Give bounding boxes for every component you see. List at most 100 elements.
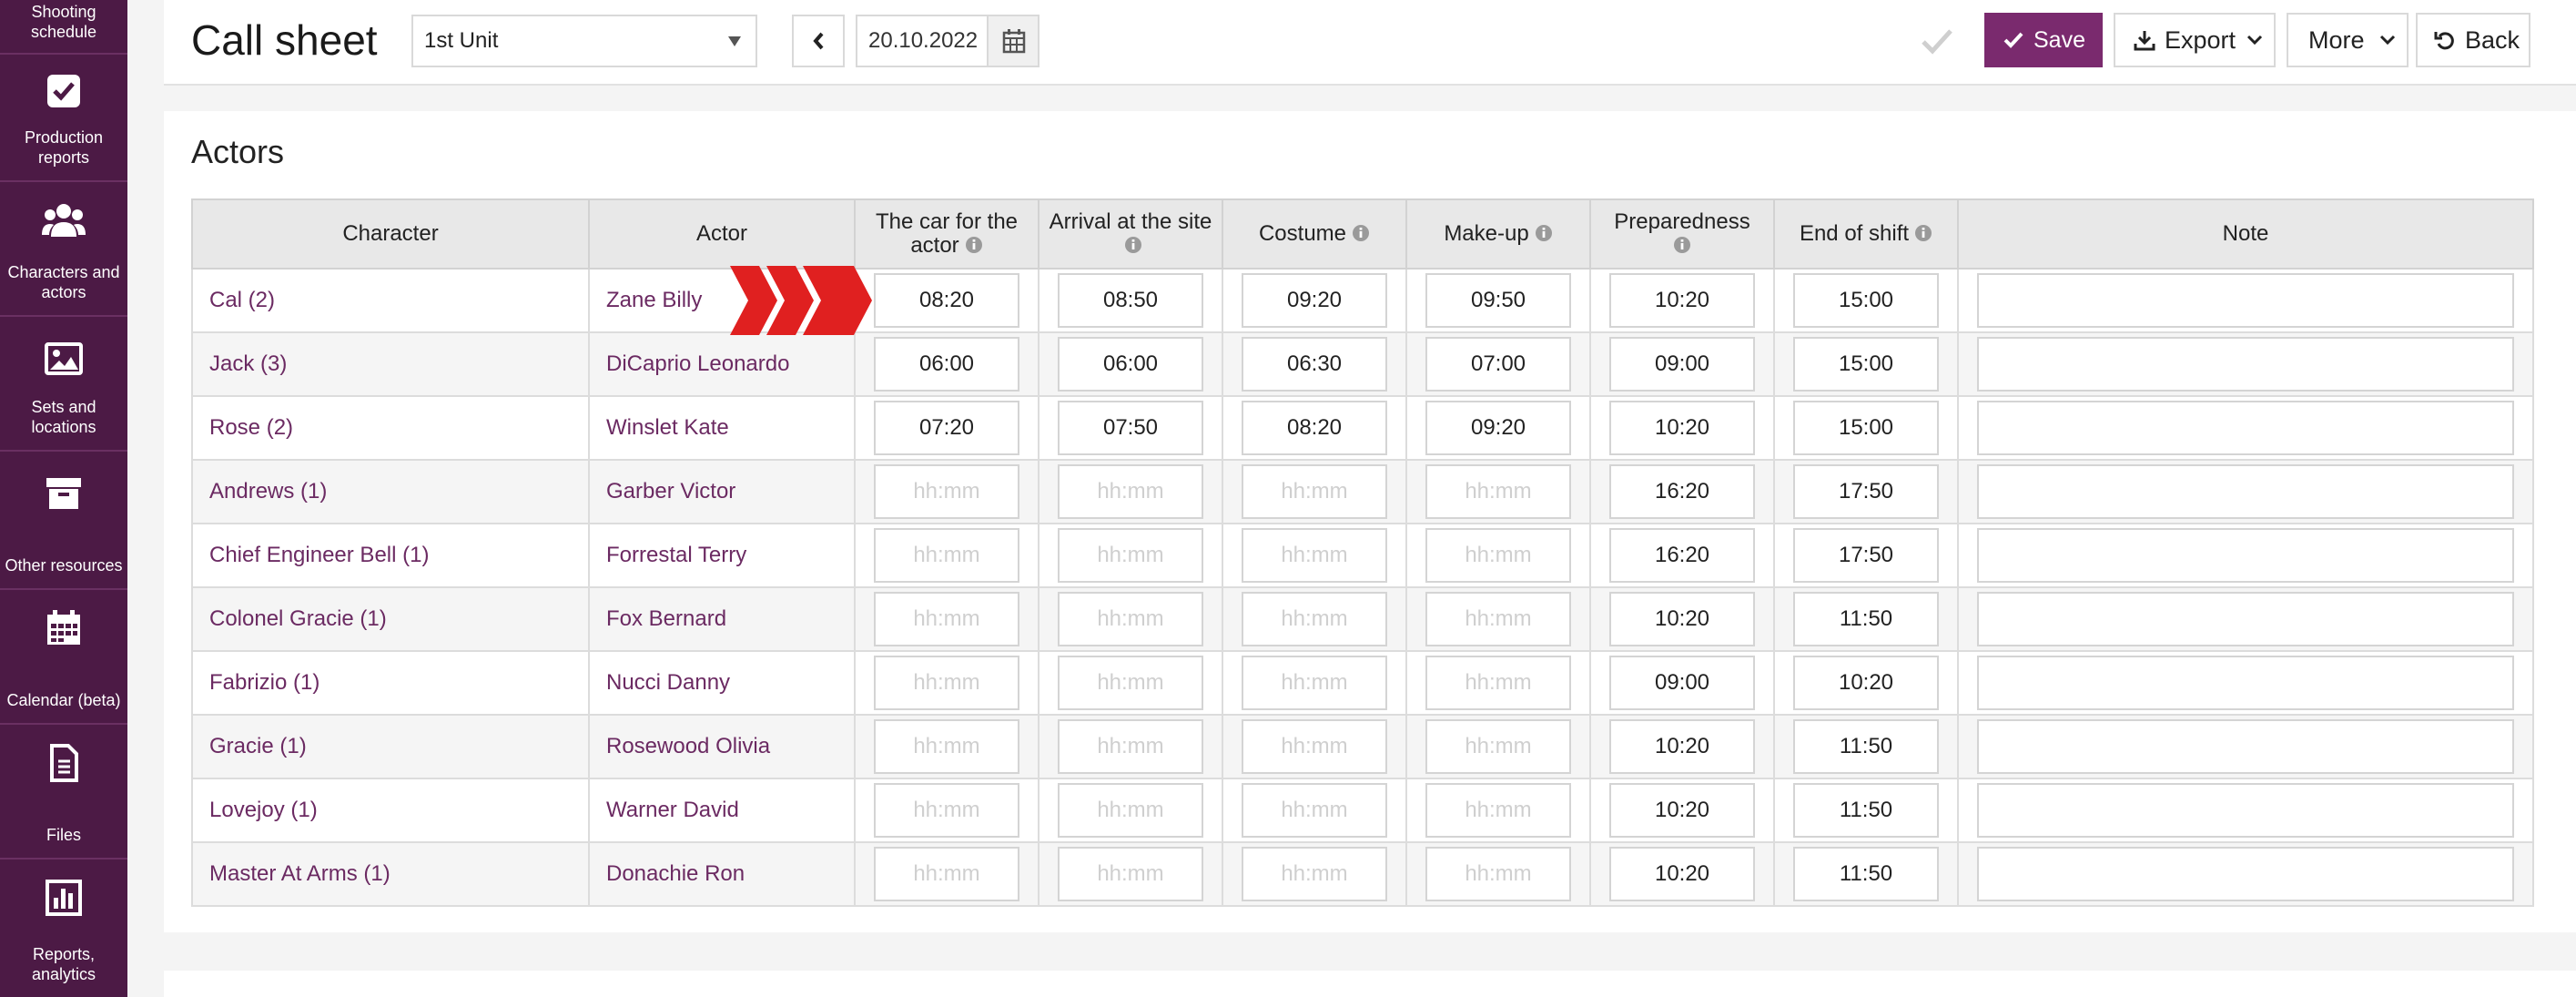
sidebar-item-reports-analytics[interactable]: Reports, analytics xyxy=(0,860,127,997)
end-time-input[interactable]: 11:50 xyxy=(1793,783,1939,838)
note-input[interactable] xyxy=(1977,847,2514,901)
character-link[interactable]: Chief Engineer Bell (1) xyxy=(191,523,590,588)
more-button[interactable]: More xyxy=(2287,13,2409,67)
end-time-input[interactable]: 11:50 xyxy=(1793,592,1939,646)
info-icon[interactable] xyxy=(965,236,983,254)
car-time-input[interactable]: 06:00 xyxy=(874,337,1019,392)
actor-link[interactable]: Fox Bernard xyxy=(588,586,856,652)
date-input[interactable]: 20.10.2022 xyxy=(856,15,998,67)
car-time-input[interactable]: hh:mm xyxy=(874,783,1019,838)
date-picker-button[interactable] xyxy=(987,15,1040,67)
makeup-time-input[interactable]: hh:mm xyxy=(1425,464,1571,519)
costume-time-input[interactable]: hh:mm xyxy=(1242,464,1387,519)
column-header-preparedness[interactable]: Preparedness xyxy=(1589,198,1775,270)
costume-time-input[interactable]: hh:mm xyxy=(1242,656,1387,710)
prep-time-input[interactable]: 10:20 xyxy=(1609,719,1755,774)
character-link[interactable]: Cal (2) xyxy=(191,268,590,333)
sidebar-item-shooting-schedule[interactable]: Shooting schedule xyxy=(0,0,127,55)
end-time-input[interactable]: 11:50 xyxy=(1793,719,1939,774)
car-time-input[interactable]: hh:mm xyxy=(874,719,1019,774)
column-header-arrival[interactable]: Arrival at the site xyxy=(1038,198,1223,270)
unit-select[interactable]: 1st Unit xyxy=(411,15,757,67)
arrival-time-input[interactable]: 07:50 xyxy=(1058,401,1203,455)
prep-time-input[interactable]: 16:20 xyxy=(1609,464,1755,519)
costume-time-input[interactable]: hh:mm xyxy=(1242,592,1387,646)
actor-link[interactable]: Garber Victor xyxy=(588,459,856,524)
back-button[interactable]: Back xyxy=(2416,13,2530,67)
arrival-time-input[interactable]: hh:mm xyxy=(1058,528,1203,583)
character-link[interactable]: Andrews (1) xyxy=(191,459,590,524)
prep-time-input[interactable]: 10:20 xyxy=(1609,401,1755,455)
info-icon[interactable] xyxy=(1124,236,1142,254)
save-button[interactable]: Save xyxy=(1984,13,2103,67)
sidebar-item-other-resources[interactable]: Other resources xyxy=(0,452,127,590)
character-link[interactable]: Fabrizio (1) xyxy=(191,650,590,716)
car-time-input[interactable]: 07:20 xyxy=(874,401,1019,455)
previous-date-button[interactable] xyxy=(792,15,845,67)
sidebar-item-characters-and-actors[interactable]: Characters and actors xyxy=(0,182,127,317)
car-time-input[interactable]: hh:mm xyxy=(874,656,1019,710)
end-time-input[interactable]: 10:20 xyxy=(1793,656,1939,710)
arrival-time-input[interactable]: hh:mm xyxy=(1058,719,1203,774)
arrival-time-input[interactable]: hh:mm xyxy=(1058,592,1203,646)
prep-time-input[interactable]: 10:20 xyxy=(1609,847,1755,901)
note-input[interactable] xyxy=(1977,337,2514,392)
car-time-input[interactable]: hh:mm xyxy=(874,592,1019,646)
arrival-time-input[interactable]: hh:mm xyxy=(1058,464,1203,519)
arrival-time-input[interactable]: hh:mm xyxy=(1058,656,1203,710)
character-link[interactable]: Rose (2) xyxy=(191,395,590,461)
sidebar-item-calendar[interactable]: Calendar (beta) xyxy=(0,590,127,725)
note-input[interactable] xyxy=(1977,401,2514,455)
car-time-input[interactable]: hh:mm xyxy=(874,528,1019,583)
column-header-makeup[interactable]: Make-up xyxy=(1405,198,1591,270)
info-icon[interactable] xyxy=(1535,224,1553,242)
arrival-time-input[interactable]: 06:00 xyxy=(1058,337,1203,392)
arrival-time-input[interactable]: 08:50 xyxy=(1058,273,1203,328)
actor-link[interactable]: Warner David xyxy=(588,778,856,843)
note-input[interactable] xyxy=(1977,464,2514,519)
column-header-car[interactable]: The car for the actor xyxy=(854,198,1040,270)
column-header-actor[interactable]: Actor xyxy=(588,198,856,270)
note-input[interactable] xyxy=(1977,273,2514,328)
makeup-time-input[interactable]: hh:mm xyxy=(1425,783,1571,838)
prep-time-input[interactable]: 09:00 xyxy=(1609,337,1755,392)
car-time-input[interactable]: hh:mm xyxy=(874,847,1019,901)
costume-time-input[interactable]: 06:30 xyxy=(1242,337,1387,392)
costume-time-input[interactable]: hh:mm xyxy=(1242,783,1387,838)
makeup-time-input[interactable]: 07:00 xyxy=(1425,337,1571,392)
column-header-character[interactable]: Character xyxy=(191,198,590,270)
prep-time-input[interactable]: 10:20 xyxy=(1609,592,1755,646)
sidebar-item-production-reports[interactable]: Production reports xyxy=(0,55,127,182)
actor-link[interactable]: Rosewood Olivia xyxy=(588,714,856,779)
costume-time-input[interactable]: 09:20 xyxy=(1242,273,1387,328)
prep-time-input[interactable]: 09:00 xyxy=(1609,656,1755,710)
makeup-time-input[interactable]: hh:mm xyxy=(1425,528,1571,583)
note-input[interactable] xyxy=(1977,656,2514,710)
info-icon[interactable] xyxy=(1352,224,1370,242)
sidebar-item-files[interactable]: Files xyxy=(0,725,127,860)
prep-time-input[interactable]: 10:20 xyxy=(1609,783,1755,838)
makeup-time-input[interactable]: hh:mm xyxy=(1425,592,1571,646)
character-link[interactable]: Colonel Gracie (1) xyxy=(191,586,590,652)
arrival-time-input[interactable]: hh:mm xyxy=(1058,783,1203,838)
export-button[interactable]: Export xyxy=(2114,13,2276,67)
end-time-input[interactable]: 15:00 xyxy=(1793,273,1939,328)
note-input[interactable] xyxy=(1977,592,2514,646)
actor-link[interactable]: Winslet Kate xyxy=(588,395,856,461)
makeup-time-input[interactable]: 09:20 xyxy=(1425,401,1571,455)
character-link[interactable]: Jack (3) xyxy=(191,331,590,397)
column-header-costume[interactable]: Costume xyxy=(1222,198,1407,270)
end-time-input[interactable]: 15:00 xyxy=(1793,337,1939,392)
end-time-input[interactable]: 17:50 xyxy=(1793,464,1939,519)
note-input[interactable] xyxy=(1977,528,2514,583)
info-icon[interactable] xyxy=(1914,224,1932,242)
end-time-input[interactable]: 11:50 xyxy=(1793,847,1939,901)
costume-time-input[interactable]: hh:mm xyxy=(1242,528,1387,583)
car-time-input[interactable]: 08:20 xyxy=(874,273,1019,328)
column-header-end-of-shift[interactable]: End of shift xyxy=(1773,198,1959,270)
column-header-note[interactable]: Note xyxy=(1957,198,2534,270)
actor-link[interactable]: Forrestal Terry xyxy=(588,523,856,588)
makeup-time-input[interactable]: 09:50 xyxy=(1425,273,1571,328)
note-input[interactable] xyxy=(1977,719,2514,774)
note-input[interactable] xyxy=(1977,783,2514,838)
